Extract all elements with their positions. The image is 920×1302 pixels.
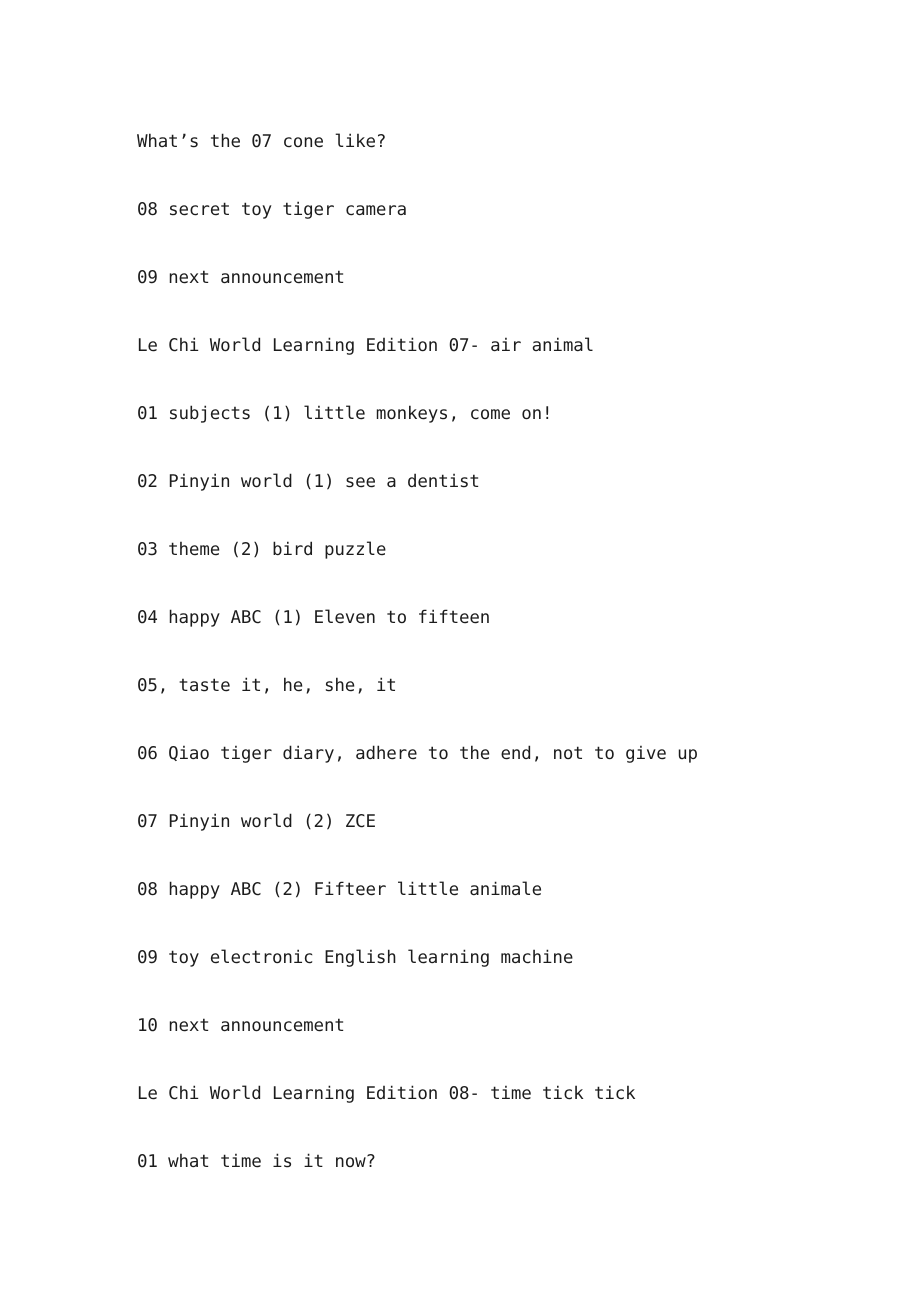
document-line: 08 secret toy tiger camera bbox=[137, 200, 408, 220]
document-line: 08 happy ABC (2) Fifteer little animale bbox=[137, 880, 543, 900]
document-line: 09 next announcement bbox=[137, 268, 345, 288]
document-line: 05, taste it, he, she, it bbox=[137, 676, 397, 696]
document-line: 03 theme (2) bird puzzle bbox=[137, 540, 387, 560]
document-line: 01 what time is it now? bbox=[137, 1152, 376, 1172]
document-line: 04 happy ABC (1) Eleven to fifteen bbox=[137, 608, 491, 628]
document-line: 10 next announcement bbox=[137, 1016, 345, 1036]
document-section-heading: Le Chi World Learning Edition 08- time t… bbox=[137, 1084, 636, 1104]
document-line: 01 subjects (1) little monkeys, come on! bbox=[137, 404, 553, 424]
document-page: What’s the 07 cone like? 08 secret toy t… bbox=[0, 0, 920, 1302]
document-line: 02 Pinyin world (1) see a dentist bbox=[137, 472, 480, 492]
document-line: 09 toy electronic English learning machi… bbox=[137, 948, 574, 968]
document-section-heading: Le Chi World Learning Edition 07- air an… bbox=[137, 336, 594, 356]
document-line: What’s the 07 cone like? bbox=[137, 132, 387, 152]
document-line: 07 Pinyin world (2) ZCE bbox=[137, 812, 376, 832]
document-text-body: What’s the 07 cone like? 08 secret toy t… bbox=[137, 108, 797, 1196]
document-line: 06 Qiao tiger diary, adhere to the end, … bbox=[137, 744, 698, 764]
